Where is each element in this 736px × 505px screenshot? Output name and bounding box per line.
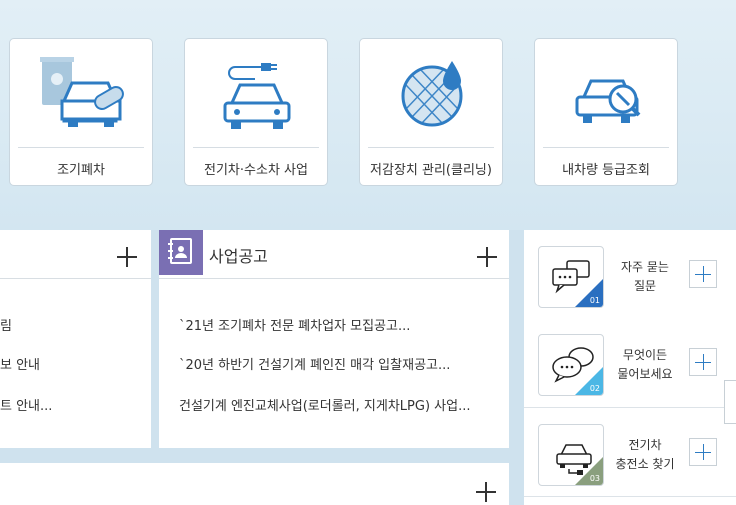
faq-label-line1: 무엇이든 (622, 348, 668, 362)
bottom-board-panel (0, 463, 509, 505)
service-tile-ev-hydrogen[interactable]: 전기차·수소차 사업 (184, 38, 328, 186)
faq-plus-button[interactable] (689, 260, 717, 288)
service-tile-filter-cleaning[interactable]: 저감장치 관리(클리닝) (359, 38, 503, 186)
tile-divider (18, 147, 144, 148)
faq-label-line1: 자주 묻는 (621, 260, 669, 274)
car-search-icon (535, 39, 677, 147)
list-item[interactable]: 보 안내 (0, 354, 40, 373)
item-number: 03 (589, 474, 600, 483)
tile-divider (193, 147, 319, 148)
panel-divider (159, 278, 509, 279)
notice-panel: 사업공고 `21년 조기폐차 전문 폐차업자 모집공고... `20년 하반기 … (159, 230, 509, 448)
item-number: 01 (589, 296, 600, 305)
list-item[interactable]: 트 안내... (0, 395, 52, 414)
electric-car-plug-icon (185, 39, 327, 147)
service-label: 전기차·수소차 사업 (204, 163, 308, 178)
ev-plus-button[interactable] (689, 438, 717, 466)
notice-item[interactable]: 건설기계 엔진교체사업(로더롤러, 지게차LPG) 사업... (179, 395, 470, 414)
service-label: 내차량 등급조회 (562, 163, 650, 178)
service-tile-early-scrap[interactable]: 조기폐차 (9, 38, 153, 186)
notice-badge (159, 230, 203, 275)
faq-label: 전기차 충전소 찾기 (610, 436, 680, 474)
divider (524, 496, 736, 497)
more-button[interactable] (117, 247, 137, 267)
quick-link-ask[interactable]: 02 무엇이든 물어보세요 (524, 318, 736, 404)
faq-label-line1: 전기차 (628, 438, 662, 452)
bottom-more-button[interactable] (476, 482, 496, 502)
quick-link-ev-charger[interactable]: 03 전기차 충전소 찾기 (524, 408, 736, 494)
panel-divider (0, 278, 151, 279)
faq-label: 자주 묻는 질문 (610, 258, 680, 296)
service-tile-car-grade[interactable]: 내차량 등급조회 (534, 38, 678, 186)
item-number: 02 (589, 384, 600, 393)
chat-bubbles-icon: 01 (538, 246, 604, 308)
service-label: 조기폐차 (57, 163, 105, 178)
faq-label-line2: 질문 (633, 279, 657, 293)
side-scroll-tab[interactable] (724, 380, 736, 424)
list-item[interactable]: 림 (0, 315, 12, 334)
early-scrap-car-icon (10, 39, 152, 147)
ev-charging-car-icon: 03 (538, 424, 604, 486)
filter-cleaning-icon (360, 39, 502, 147)
tile-divider (543, 147, 669, 148)
service-label: 저감장치 관리(클리닝) (370, 163, 492, 178)
notice-title: 사업공고 (209, 247, 268, 266)
speech-bubbles-icon: 02 (538, 334, 604, 396)
notice-more-button[interactable] (477, 247, 497, 267)
faq-label-line2: 물어보세요 (617, 367, 673, 381)
ask-plus-button[interactable] (689, 348, 717, 376)
faq-label: 무엇이든 물어보세요 (610, 346, 680, 384)
left-board-panel: 림 보 안내 트 안내... (0, 230, 151, 448)
quick-link-faq[interactable]: 01 자주 묻는 질문 (524, 230, 736, 316)
notice-item[interactable]: `21년 조기폐차 전문 폐차업자 모집공고... (179, 315, 410, 334)
tile-divider (368, 147, 494, 148)
faq-label-line2: 충전소 찾기 (615, 457, 675, 471)
notice-item[interactable]: `20년 하반기 건설기계 폐인진 매각 입찰재공고... (179, 354, 450, 373)
notebook-icon (168, 238, 192, 264)
